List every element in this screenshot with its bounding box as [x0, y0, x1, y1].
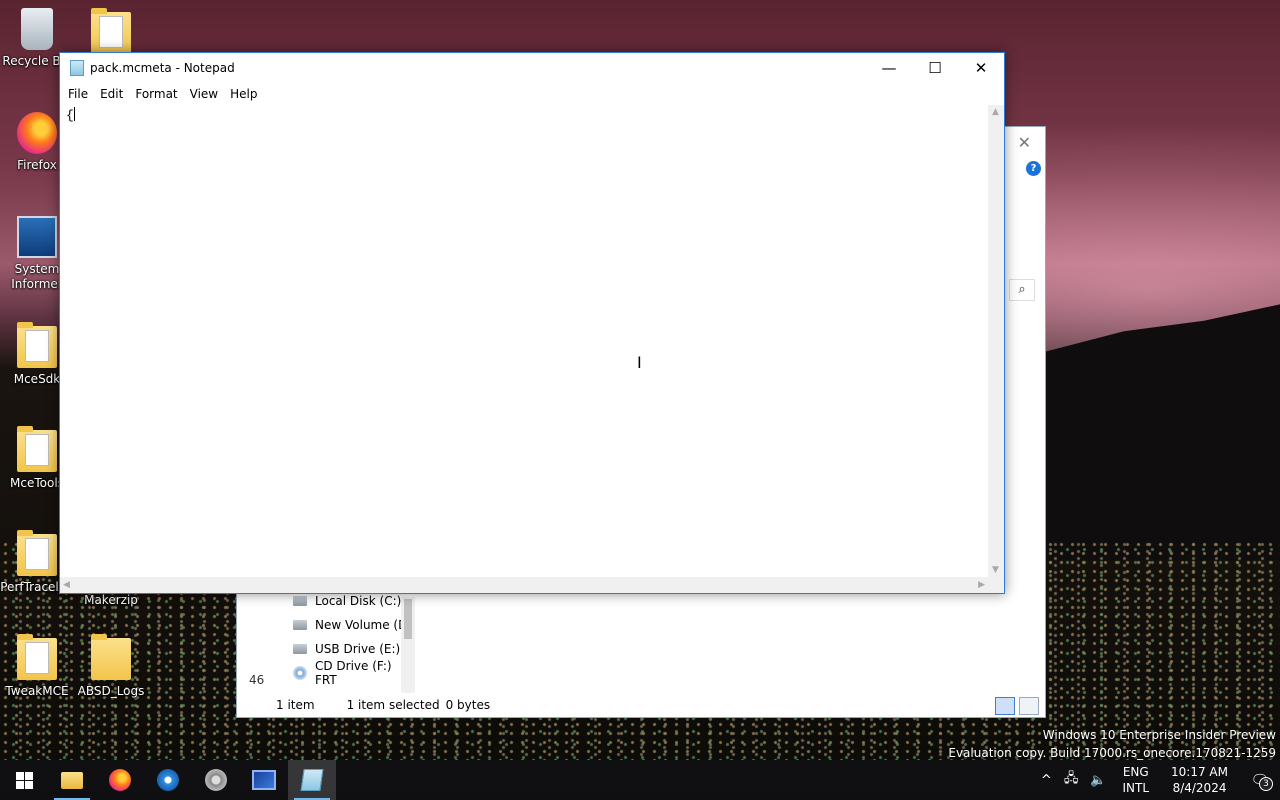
desktop-icon-label: TweakMCE — [5, 684, 69, 698]
menu-help[interactable]: Help — [224, 87, 263, 101]
help-icon[interactable]: ? — [1026, 161, 1041, 176]
nav-item-label: New Volume (D: — [315, 618, 412, 632]
status-item-count: 1 item — [276, 698, 315, 712]
vertical-scrollbar[interactable]: ▲ ▼ — [988, 105, 1004, 577]
media-player-icon — [157, 769, 179, 791]
folder-icon — [17, 322, 57, 368]
system-informer-icon — [17, 216, 57, 258]
large-icons-view-button[interactable] — [1019, 697, 1039, 715]
close-button[interactable]: ✕ — [958, 53, 1004, 83]
notepad-icon — [70, 60, 84, 76]
resize-grip[interactable] — [988, 577, 1004, 593]
notification-count-badge: 3 — [1259, 777, 1273, 791]
maximize-button[interactable]: ☐ — [912, 53, 958, 83]
document-folder-icon — [91, 8, 131, 54]
text-caret — [73, 107, 75, 121]
status-size: 0 bytes — [445, 698, 491, 712]
window-controls: — ☐ ✕ — [866, 53, 1004, 83]
desktop-icon-label: ABSD_Logs — [77, 684, 145, 698]
windows-watermark: Windows 10 Enterprise Insider Preview Ev… — [948, 726, 1276, 762]
scroll-right-arrow-icon[interactable]: ▶ — [978, 580, 985, 590]
hard-drive-icon — [293, 620, 307, 630]
show-hidden-icons-chevron-icon[interactable]: ^ — [1035, 773, 1058, 788]
keyboard-layout: INTL — [1122, 781, 1150, 795]
folder-icon — [17, 426, 57, 472]
menu-view[interactable]: View — [184, 87, 224, 101]
network-icon[interactable]: 🖧 — [1058, 769, 1085, 791]
menu-file[interactable]: File — [62, 87, 94, 101]
folder-icon — [91, 634, 131, 680]
navigation-pane: Local Disk (C:) New Volume (D: USB Drive… — [261, 589, 417, 687]
windows-start-icon — [15, 771, 33, 789]
folder-icon — [17, 634, 57, 680]
system-tray: ^ 🖧 🔈 ENG INTL 10:17 AM 8/4/2024 🗨 3 — [1035, 760, 1280, 800]
notepad-title-bar[interactable]: pack.mcmeta - Notepad — ☐ ✕ — [60, 53, 1004, 83]
status-selected-count: 1 item selected — [346, 698, 440, 712]
notepad-window[interactable]: pack.mcmeta - Notepad — ☐ ✕ File Edit Fo… — [59, 52, 1005, 594]
recycle-bin-icon — [21, 8, 53, 50]
hard-drive-icon — [293, 596, 307, 606]
film-reel-icon — [205, 769, 227, 791]
explorer-close-icon[interactable]: ✕ — [1018, 133, 1031, 152]
action-center-button[interactable]: 🗨 3 — [1240, 760, 1280, 800]
usb-drive-icon — [293, 644, 307, 654]
nav-item-label: Local Disk (C:) — [315, 594, 402, 608]
view-toggle — [995, 697, 1039, 715]
explorer-status-bar: 1 item 1 item selected 0 bytes — [261, 693, 1045, 717]
desktop-icon-label: MceTools — [10, 476, 64, 490]
nav-item-new-volume[interactable]: New Volume (D: — [261, 613, 417, 637]
firefox-icon — [109, 769, 131, 791]
file-explorer-icon — [61, 771, 83, 789]
menu-format[interactable]: Format — [129, 87, 183, 101]
scroll-left-arrow-icon[interactable]: ◀ — [63, 580, 70, 590]
taskbar-film-reel[interactable] — [192, 760, 240, 800]
notepad-icon — [300, 769, 324, 791]
volume-icon[interactable]: 🔈 — [1084, 773, 1112, 788]
clock-time: 10:17 AM — [1171, 765, 1228, 779]
desktop-icon-label: MceSdk — [13, 372, 61, 386]
nav-item-cd-drive[interactable]: CD Drive (F:) FRT — [261, 659, 417, 687]
nav-pane-scrollbar[interactable] — [401, 597, 415, 693]
scroll-down-arrow-icon[interactable]: ▼ — [992, 565, 999, 575]
mouse-ibeam-cursor: I — [637, 353, 642, 372]
watermark-edition: Windows 10 Enterprise Insider Preview — [1042, 728, 1276, 742]
desktop-icon-label: System Informer — [11, 262, 63, 291]
scroll-up-arrow-icon[interactable]: ▲ — [992, 107, 999, 117]
nav-item-label: USB Drive (E:) — [315, 642, 401, 656]
cd-drive-icon — [293, 666, 307, 680]
clock[interactable]: 10:17 AM 8/4/2024 — [1159, 764, 1240, 796]
desktop-icon-tweakmce[interactable]: TweakMCE — [0, 634, 74, 699]
menu-bar: File Edit Format View Help — [60, 83, 1004, 105]
start-button[interactable] — [0, 760, 48, 800]
horizontal-scrollbar[interactable]: ◀ ▶ — [60, 577, 988, 593]
language-code: ENG — [1122, 765, 1149, 779]
window-title: pack.mcmeta - Notepad — [90, 61, 235, 75]
details-view-button[interactable] — [995, 697, 1015, 715]
input-language-indicator[interactable]: ENG INTL — [1113, 764, 1160, 796]
desktop-icon-absd-logs[interactable]: ABSD_Logs — [74, 634, 148, 699]
taskbar-file-explorer[interactable] — [48, 760, 96, 800]
desktop-icon-label: Makerzip — [84, 593, 138, 607]
taskbar-monitor-app[interactable] — [240, 760, 288, 800]
text-editor-area[interactable]: { — [60, 105, 988, 577]
clock-date: 8/4/2024 — [1172, 781, 1227, 795]
nav-item-usb-drive[interactable]: USB Drive (E:) — [261, 637, 417, 661]
editor-content: { — [66, 108, 74, 123]
search-icon[interactable]: ⌕ — [1009, 279, 1035, 301]
firefox-icon — [17, 112, 57, 154]
monitor-icon — [252, 770, 276, 790]
taskbar-notepad[interactable] — [288, 760, 336, 800]
taskbar-firefox[interactable] — [96, 760, 144, 800]
folder-icon — [17, 530, 57, 576]
taskbar: ^ 🖧 🔈 ENG INTL 10:17 AM 8/4/2024 🗨 3 — [0, 760, 1280, 800]
taskbar-media-player[interactable] — [144, 760, 192, 800]
desktop-icon-makerzip[interactable]: Makerzip — [74, 593, 148, 608]
minimize-button[interactable]: — — [866, 53, 912, 83]
menu-edit[interactable]: Edit — [94, 87, 129, 101]
desktop-icon-label: Firefox — [17, 158, 57, 172]
scrollbar-thumb[interactable] — [404, 599, 412, 639]
